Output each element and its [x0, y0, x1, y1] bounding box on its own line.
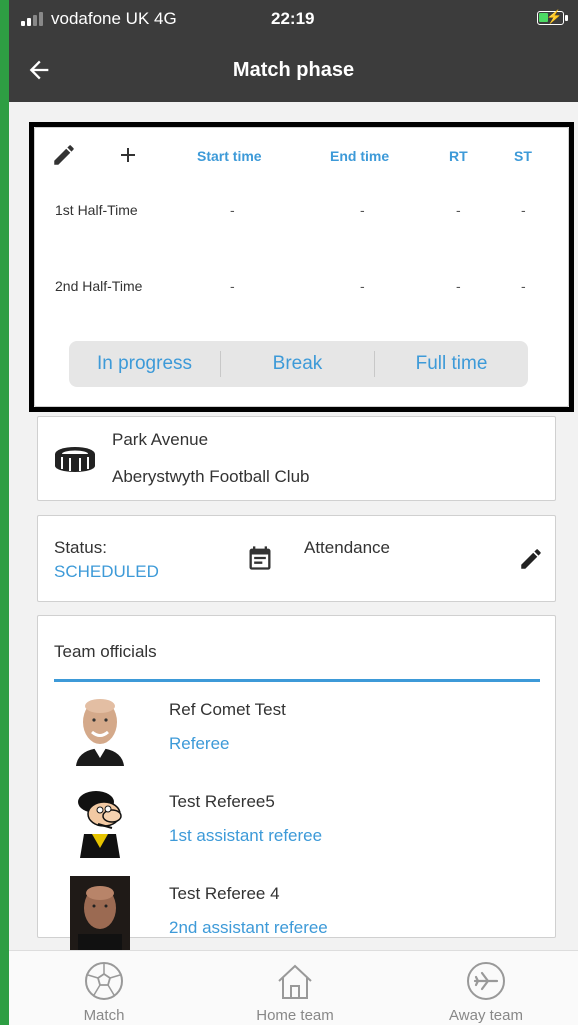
- referee-photo-avatar: [70, 876, 130, 950]
- team-officials-card: Team officials Ref Comet Test Referee Te…: [37, 615, 556, 950]
- officials-divider: [54, 679, 540, 682]
- stadium-icon: [55, 447, 95, 472]
- officials-title: Team officials: [54, 642, 157, 661]
- nav-match[interactable]: Match: [24, 951, 184, 1025]
- column-rt: RT: [449, 148, 468, 164]
- phase-cell-start: -: [230, 278, 235, 294]
- phase-segmented-control: In progress Break Full time: [69, 341, 528, 387]
- status-label: Status:: [54, 538, 107, 557]
- phase-cell-rt: -: [456, 202, 461, 218]
- phase-row-label: 1st Half-Time: [55, 202, 138, 218]
- main-content: Start time End time RT ST 1st Half-Time …: [9, 102, 578, 950]
- calendar-icon[interactable]: [246, 544, 274, 572]
- nav-away-team-label: Away team: [449, 1007, 523, 1024]
- column-end-time: End time: [330, 148, 390, 164]
- phase-cell-st: -: [521, 278, 526, 294]
- clock: 22:19: [271, 9, 315, 28]
- official-role: Referee: [169, 734, 230, 753]
- carrier-label: vodafone UK 4G: [51, 9, 177, 28]
- nav-home-team-label: Home team: [256, 1007, 334, 1024]
- football-icon: [85, 962, 123, 1000]
- official-name: Test Referee5: [169, 792, 275, 811]
- home-icon: [278, 964, 312, 999]
- airplane-icon: [467, 962, 505, 1000]
- referee-photo-avatar: [70, 692, 130, 766]
- bottom-navigation: Match Home team Away team: [9, 950, 578, 1025]
- signal-icon: [21, 12, 45, 26]
- attendance-label: Attendance: [304, 538, 391, 557]
- battery-icon: ⚡: [537, 9, 568, 25]
- nav-home-team[interactable]: Home team: [215, 951, 375, 1025]
- nav-away-team[interactable]: Away team: [406, 951, 566, 1025]
- phase-row-label: 2nd Half-Time: [55, 278, 143, 294]
- phase-cell-start: -: [230, 202, 235, 218]
- full-time-button[interactable]: Full time: [375, 341, 528, 387]
- venue-name: Park Avenue: [112, 430, 209, 449]
- cartoon-referee-avatar: [70, 784, 130, 858]
- nav-match-label: Match: [83, 1007, 125, 1024]
- status-bar: vodafone UK 4G 22:19 ⚡: [9, 0, 578, 40]
- venue-card: Park Avenue Aberystwyth Football Club: [37, 416, 556, 501]
- venue-club: Aberystwyth Football Club: [112, 467, 310, 486]
- official-role: 2nd assistant referee: [169, 918, 328, 937]
- phase-cell-st: -: [521, 202, 526, 218]
- app-screen: vodafone UK 4G 22:19 ⚡ Match phase Start…: [9, 0, 578, 1025]
- edit-attendance-icon[interactable]: [518, 546, 544, 572]
- official-name: Ref Comet Test: [169, 700, 286, 719]
- in-progress-button[interactable]: In progress: [69, 341, 220, 387]
- edit-pencil-icon[interactable]: [51, 142, 77, 168]
- column-st: ST: [514, 148, 532, 164]
- phase-cell-rt: -: [456, 278, 461, 294]
- status-value: SCHEDULED: [54, 562, 159, 581]
- phase-cell-end: -: [360, 202, 365, 218]
- column-start-time: Start time: [197, 148, 262, 164]
- match-phase-card: Start time End time RT ST 1st Half-Time …: [34, 127, 569, 407]
- match-phase-highlight: Start time End time RT ST 1st Half-Time …: [29, 122, 574, 412]
- phase-cell-end: -: [360, 278, 365, 294]
- official-role: 1st assistant referee: [169, 826, 323, 845]
- status-card: Status: SCHEDULED Attendance: [37, 515, 556, 602]
- add-plus-icon[interactable]: [116, 143, 140, 167]
- app-bar: Match phase: [9, 40, 578, 102]
- break-button[interactable]: Break: [221, 341, 374, 387]
- page-title: Match phase: [232, 59, 355, 81]
- official-name: Test Referee 4: [169, 884, 280, 903]
